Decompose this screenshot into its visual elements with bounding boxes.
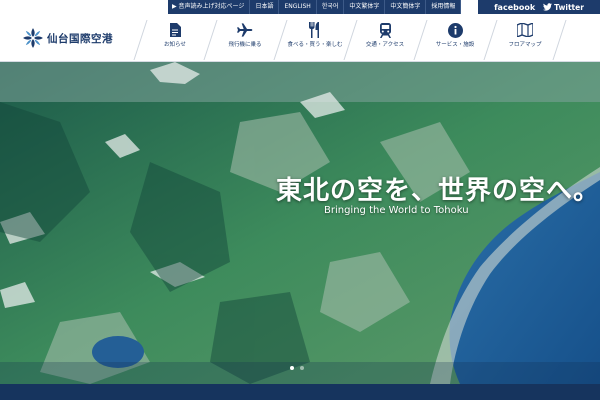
nav-item-label: 食べる・買う・楽しむ bbox=[287, 42, 343, 48]
recruit-link[interactable]: 採用情報 bbox=[426, 0, 462, 14]
airplane-icon bbox=[237, 22, 253, 38]
social-links: facebook Twitter bbox=[478, 0, 600, 14]
speaker-icon: ▶ bbox=[172, 3, 177, 10]
document-icon bbox=[167, 22, 183, 38]
nav-items: お知らせ 飛行機に乗る 食べる・買う・楽しむ 交通・アクセス サービス・施設 フ… bbox=[140, 14, 560, 62]
nav-item-access[interactable]: 交通・アクセス bbox=[350, 14, 420, 62]
nav-item-eat-shop[interactable]: 食べる・買う・楽しむ bbox=[280, 14, 350, 62]
site-logo[interactable]: 仙台国際空港 bbox=[22, 20, 113, 56]
slider-dots bbox=[287, 366, 307, 370]
nav-item-label: フロアマップ bbox=[508, 42, 542, 48]
slider-dot-1[interactable] bbox=[290, 366, 294, 370]
twitter-link[interactable]: Twitter bbox=[543, 3, 584, 12]
hero-tagline: 東北の空を、世界の空へ。 bbox=[276, 176, 600, 206]
lang-japanese-link[interactable]: 日本語 bbox=[250, 0, 280, 14]
utility-links: ▶ 音声読み上げ対応ページ 日本語 ENGLISH 한국어 中文繁体字 中文簡体… bbox=[168, 0, 462, 14]
facebook-link[interactable]: facebook bbox=[494, 3, 535, 12]
nav-item-label: 飛行機に乗る bbox=[228, 42, 262, 48]
lang-traditional-chinese-link[interactable]: 中文繁体字 bbox=[344, 0, 386, 14]
nav-item-flights[interactable]: 飛行機に乗る bbox=[210, 14, 280, 62]
map-icon bbox=[517, 22, 533, 38]
nav-item-news[interactable]: お知らせ bbox=[140, 14, 210, 62]
slider-dot-2[interactable] bbox=[300, 366, 304, 370]
logo-text: 仙台国際空港 bbox=[47, 32, 113, 45]
hero-subtagline: Bringing the World to Tohoku bbox=[324, 205, 469, 216]
info-icon bbox=[447, 22, 463, 38]
footer-bar bbox=[0, 384, 600, 400]
nav-item-label: サービス・施設 bbox=[435, 42, 475, 48]
airport-logo-icon bbox=[23, 28, 43, 48]
voice-reading-link[interactable]: ▶ 音声読み上げ対応ページ bbox=[168, 0, 251, 14]
twitter-bird-icon bbox=[543, 3, 553, 11]
hero-landscape-image bbox=[0, 62, 600, 384]
lang-korean-link[interactable]: 한국어 bbox=[317, 0, 345, 14]
nav-item-floor-map[interactable]: フロアマップ bbox=[490, 14, 560, 62]
fork-knife-icon bbox=[307, 22, 323, 38]
nav-item-label: 交通・アクセス bbox=[365, 42, 405, 48]
lang-english-link[interactable]: ENGLISH bbox=[279, 0, 317, 14]
train-icon bbox=[377, 22, 393, 38]
utility-bar: ▶ 音声読み上げ対応ページ 日本語 ENGLISH 한국어 中文繁体字 中文簡体… bbox=[0, 0, 600, 14]
hero-banner: 東北の空を、世界の空へ。 Bringing the World to Tohok… bbox=[0, 62, 600, 384]
main-navigation: 仙台国際空港 お知らせ 飛行機に乗る 食べる・買う・楽しむ 交通・アクセス サー… bbox=[0, 14, 600, 62]
lang-simplified-chinese-link[interactable]: 中文簡体字 bbox=[385, 0, 427, 14]
nav-item-label: お知らせ bbox=[164, 42, 186, 48]
nav-item-services[interactable]: サービス・施設 bbox=[420, 14, 490, 62]
